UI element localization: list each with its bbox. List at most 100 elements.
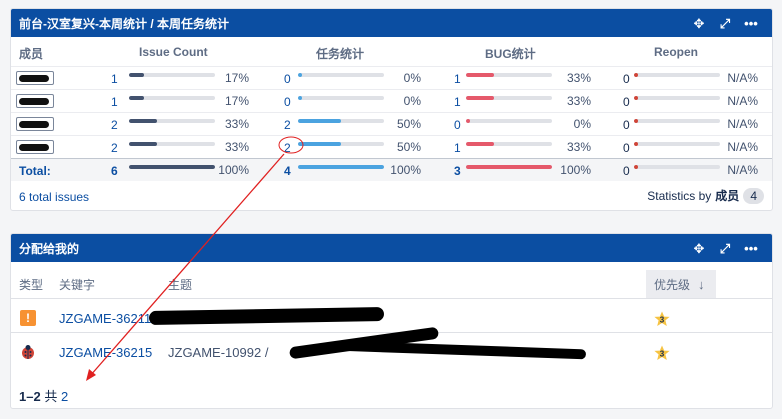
task-icon: !	[20, 310, 36, 326]
reopen-percent: N/A%	[727, 163, 758, 177]
reopen-progress-fill	[634, 142, 638, 146]
bug-progress-bar	[466, 165, 552, 169]
priority-value: 3	[660, 316, 665, 325]
reopen-progress-fill	[634, 119, 638, 123]
assigned-gadget-title: 分配给我的	[19, 241, 80, 256]
bug-progress-bar	[466, 142, 552, 146]
redacted-member-avatar[interactable]	[16, 117, 54, 131]
issue-count-value[interactable]: 1	[111, 71, 121, 86]
bug-value[interactable]: 3	[454, 163, 464, 178]
sort-down-arrow-icon: ↓	[698, 276, 705, 292]
issue-count-percent: 17%	[224, 94, 249, 108]
bug-value[interactable]: 1	[454, 71, 464, 86]
bug-progress-fill	[466, 165, 552, 169]
issue-row[interactable]: ! JZGAME-36211 3	[11, 298, 772, 336]
bug-progress-fill	[466, 142, 494, 146]
reopen-value[interactable]: 0	[623, 94, 633, 109]
bug-progress-fill	[466, 73, 494, 77]
reopen-progress-fill	[634, 73, 638, 77]
reopen-progress-fill	[634, 165, 638, 169]
move-icon[interactable]: ✥	[692, 17, 706, 30]
reopen-percent: N/A%	[727, 140, 758, 154]
issue-key-link[interactable]: JZGAME-36211	[59, 311, 151, 326]
col-summary[interactable]: 主题	[168, 276, 192, 293]
reopen-value[interactable]: 0	[623, 117, 633, 132]
pager-of: 共	[44, 389, 58, 404]
stats-gadget: 前台-汉室复兴-本周统计 / 本周任务统计 ✥ ⤢ ••• 成员 Issue C…	[10, 8, 773, 211]
bug-progress-bar	[466, 73, 552, 77]
member-row: 2 33% 2 50% 0 0% 0 N/A%	[11, 112, 772, 135]
bug-percent: 100%	[560, 163, 591, 177]
task-percent: 50%	[396, 140, 421, 154]
issue-count-value[interactable]: 2	[111, 117, 121, 132]
bug-progress-bar	[466, 119, 552, 123]
member-row: 1 17% 0 0% 1 33% 0 N/A%	[11, 66, 772, 89]
bug-value[interactable]: 1	[454, 94, 464, 109]
task-percent: 0%	[403, 71, 421, 85]
task-progress-fill	[298, 119, 341, 123]
more-icon[interactable]: •••	[744, 242, 758, 255]
priority-star-icon: 3	[654, 345, 670, 360]
member-row: 2 33% 2 50% 1 33% 0 N/A%	[11, 135, 772, 158]
issue-count-value[interactable]: 2	[111, 140, 121, 155]
bug-icon	[22, 345, 34, 359]
reopen-value[interactable]: 0	[623, 71, 633, 86]
reopen-value[interactable]: 0	[623, 140, 633, 155]
bug-value[interactable]: 0	[454, 117, 464, 132]
stats-gadget-title: 前台-汉室复兴-本周统计 / 本周任务统计	[19, 16, 229, 31]
issue-count-progress-fill	[129, 142, 157, 146]
parent-key-link[interactable]: JZGAME-10992 /	[168, 345, 268, 360]
issue-count-progress-fill	[129, 119, 157, 123]
col-priority-label: 优先级	[654, 277, 691, 292]
redacted-member-avatar[interactable]	[16, 71, 54, 85]
col-reopen: Reopen	[654, 45, 699, 59]
redacted-member-avatar[interactable]	[16, 94, 54, 108]
bug-progress-fill	[466, 96, 494, 100]
col-type[interactable]: 类型	[19, 276, 43, 293]
issue-count-percent: 33%	[224, 117, 249, 131]
pager-range: 1–2	[19, 389, 41, 404]
move-icon[interactable]: ✥	[692, 242, 706, 255]
bug-percent: 0%	[573, 117, 591, 131]
issue-count-value[interactable]: 6	[111, 163, 121, 178]
issue-count-value[interactable]: 1	[111, 94, 121, 109]
task-value[interactable]: 0	[284, 94, 294, 109]
task-progress-fill	[298, 96, 302, 100]
task-percent: 100%	[390, 163, 421, 177]
issue-count-progress-fill	[129, 73, 144, 77]
maximize-icon[interactable]: ⤢	[718, 17, 732, 30]
col-priority-sorted[interactable]: 优先级 ↓	[646, 270, 716, 298]
total-issues-link[interactable]: 6 total issues	[19, 190, 89, 204]
maximize-icon[interactable]: ⤢	[718, 242, 732, 255]
member-row: 1 17% 0 0% 1 33% 0 N/A%	[11, 89, 772, 112]
bug-value[interactable]: 1	[454, 140, 464, 155]
more-icon[interactable]: •••	[744, 17, 758, 30]
col-key[interactable]: 关键字	[59, 276, 95, 293]
bug-progress-fill	[466, 119, 470, 123]
statistics-by-label: Statistics by	[647, 188, 712, 203]
task-percent: 50%	[396, 117, 421, 131]
col-member: 成员	[19, 47, 44, 61]
task-value[interactable]: 0	[284, 71, 294, 86]
bug-percent: 33%	[566, 71, 591, 85]
task-value[interactable]: 4	[284, 163, 294, 178]
reopen-percent: N/A%	[727, 94, 758, 108]
task-value[interactable]: 2	[284, 117, 294, 132]
issue-count-progress-fill	[129, 96, 144, 100]
statistics-count-badge: 4	[743, 187, 764, 204]
total-label: Total:	[19, 163, 51, 178]
priority-value: 3	[660, 350, 665, 359]
col-issue-count: Issue Count	[139, 45, 208, 59]
assigned-gadget: 分配给我的 ✥ ⤢ ••• 类型 关键字 主题 优先级 ↓ ! JZGAME-3…	[10, 233, 773, 409]
issue-count-percent: 100%	[218, 163, 249, 177]
task-value[interactable]: 2	[284, 140, 294, 155]
stats-gadget-header: 前台-汉室复兴-本周统计 / 本周任务统计 ✥ ⤢ •••	[11, 9, 772, 37]
redacted-member-avatar[interactable]	[16, 140, 54, 154]
pager-total-link[interactable]: 2	[61, 389, 68, 404]
reopen-value[interactable]: 0	[623, 163, 633, 178]
reopen-percent: N/A%	[727, 117, 758, 131]
issue-row[interactable]: JZGAME-36215 JZGAME-10992 / 3	[11, 326, 772, 370]
issue-key-link[interactable]: JZGAME-36215	[59, 345, 152, 360]
task-progress-fill	[298, 73, 302, 77]
bug-progress-bar	[466, 96, 552, 100]
